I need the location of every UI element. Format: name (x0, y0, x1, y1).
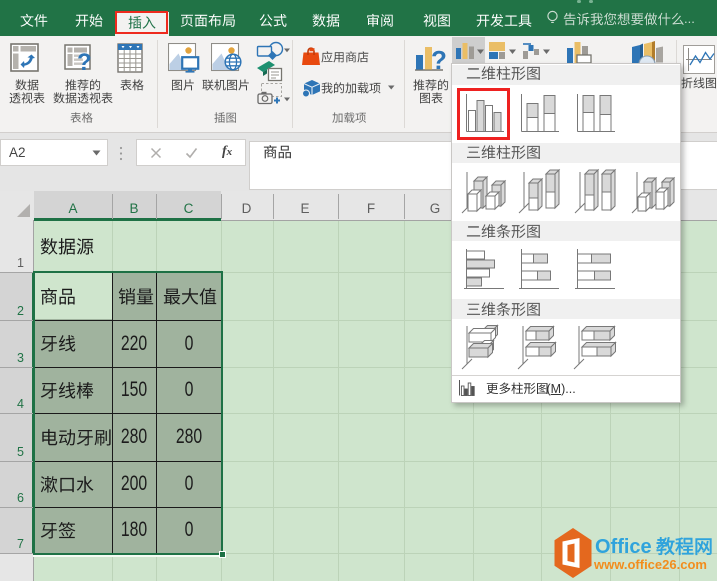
svg-text:?: ? (431, 45, 447, 75)
svg-text:?: ? (77, 49, 92, 76)
